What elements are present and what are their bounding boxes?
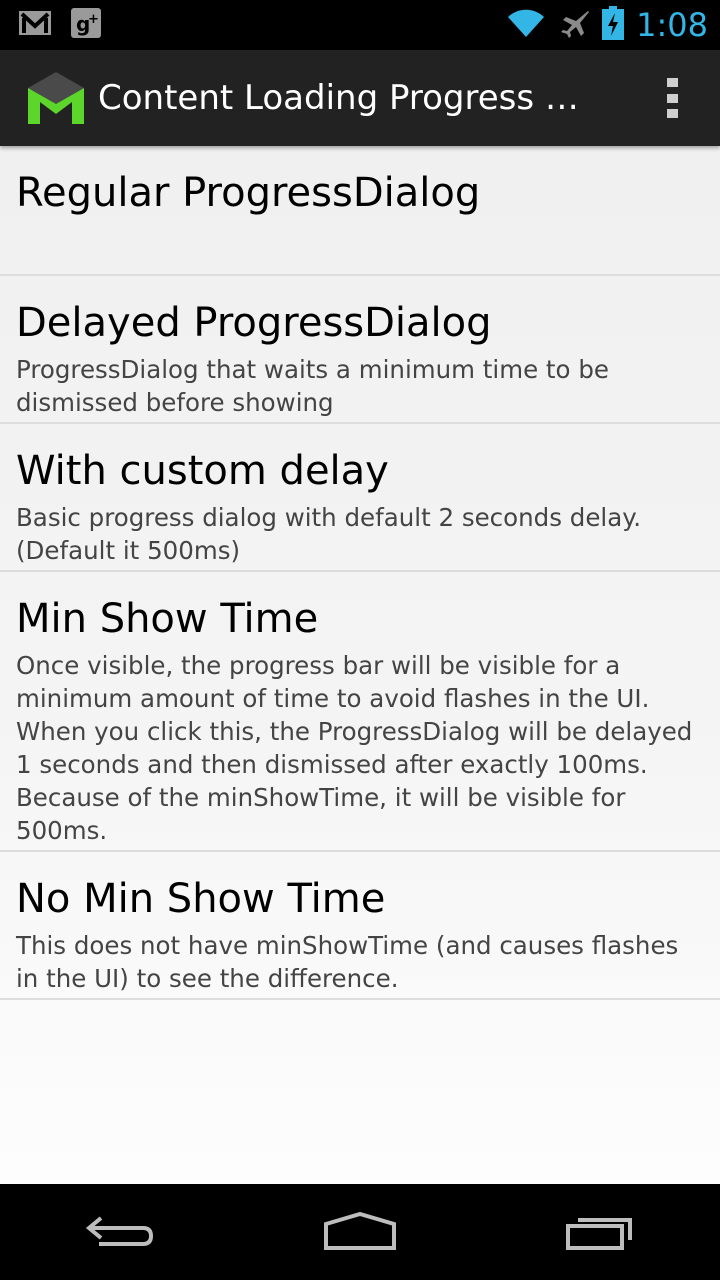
back-icon[interactable] [65,1197,175,1267]
action-bar: Content Loading Progress Di… [0,50,720,146]
status-bar: g + 1:08 [0,0,720,50]
list-item-title: With custom delay [16,448,389,494]
airplane-mode-icon [558,7,590,44]
navigation-bar [0,1184,720,1280]
list-item-subtitle: This does not have minShowTime (and caus… [16,931,679,993]
battery-charging-icon [602,5,625,45]
status-time: 1:08 [636,6,708,44]
list-item-no-min-show-time[interactable]: No Min Show Time This does not have minS… [0,852,720,1000]
recents-icon[interactable] [545,1197,655,1267]
home-icon[interactable] [305,1197,415,1267]
list-item-title: Regular ProgressDialog [16,170,481,216]
overflow-menu-icon[interactable] [664,78,680,118]
list-item-regular-progress-dialog[interactable]: Regular ProgressDialog [0,146,720,276]
list-item-subtitle: Once visible, the progress bar will be v… [16,651,693,845]
gmail-icon [18,10,52,41]
list-item-delayed-progress-dialog[interactable]: Delayed ProgressDialog ProgressDialog th… [0,276,720,424]
app-title: Content Loading Progress Di… [98,78,598,118]
list-item-title: Min Show Time [16,596,319,642]
wifi-icon [506,7,546,44]
demo-list: Regular ProgressDialog Delayed ProgressD… [0,146,720,1000]
svg-text:+: + [88,12,99,27]
google-plus-icon: g + [70,7,102,44]
list-item-subtitle: Basic progress dialog with default 2 sec… [16,503,642,565]
list-item-min-show-time[interactable]: Min Show Time Once visible, the progress… [0,572,720,852]
list-item-custom-delay[interactable]: With custom delay Basic progress dialog … [0,424,720,572]
list-item-title: No Min Show Time [16,876,386,922]
list-item-title: Delayed ProgressDialog [16,300,492,346]
app-logo-icon[interactable] [26,70,86,126]
list-item-subtitle: ProgressDialog that waits a minimum time… [16,355,609,417]
